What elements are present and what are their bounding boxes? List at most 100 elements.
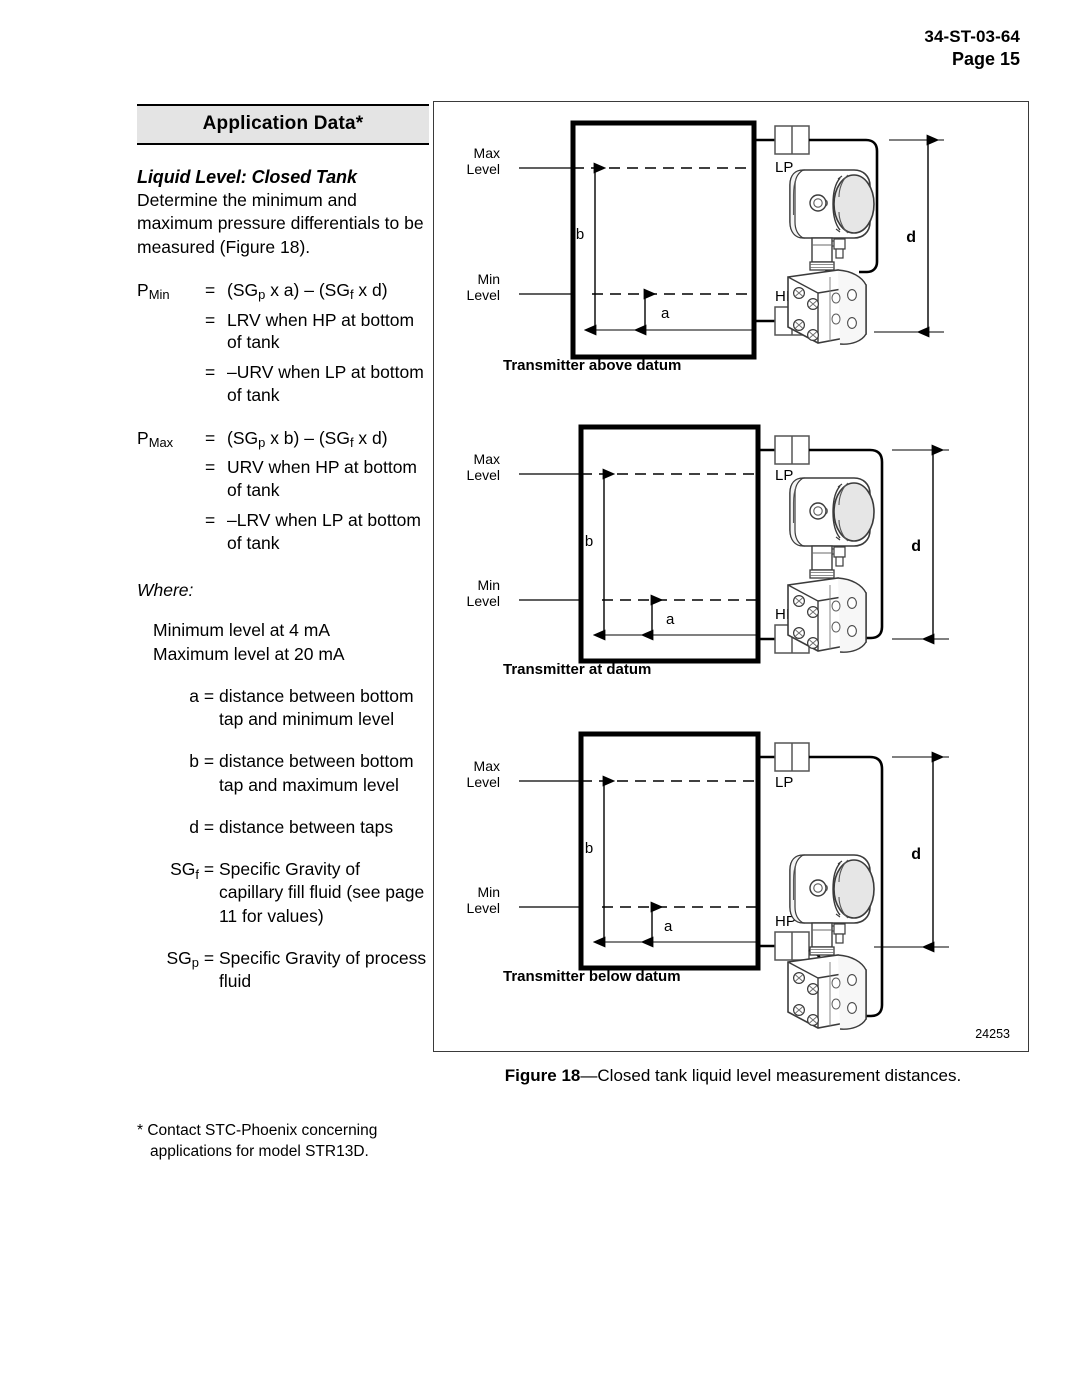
definition-a-equals: = [203, 685, 215, 706]
drawing-number: 24253 [975, 1027, 1010, 1041]
figure-drawing: Max Level Min Level b a LP HP d Transmit… [467, 120, 949, 1030]
lp-tap-label: LP [775, 774, 793, 791]
document-page: 34-ST-03-64 Page 15 Application Data* Li… [0, 0, 1080, 1397]
formula-pmin-line-1-text: LRV when HP at bottom of tank [227, 309, 415, 353]
definition-sgf-equals: = [203, 859, 215, 880]
definition-d-term: d [189, 816, 199, 837]
hp-tap-flange-icon [774, 931, 810, 961]
min-level-label-line2: Level [467, 900, 500, 916]
definition-sgf-term: SGf [170, 859, 199, 882]
dimension-b-label: b [585, 840, 593, 857]
figure-caption-number: Figure 18 [504, 1066, 581, 1085]
formula-pmin-expression: (SGp x a) – (SGf x d) [227, 279, 388, 303]
definition-a: a = distance between bottom tap and mini… [137, 685, 429, 732]
formula-pmax-line-1: = URV when HP at bottom of tank [137, 456, 429, 502]
max-level-label-line1: Max [474, 145, 500, 161]
where-note-1: Minimum level at 4 mA [153, 620, 330, 641]
formula-pmin-symbol: PMin [137, 279, 170, 303]
max-level-label-line1: Max [474, 451, 500, 467]
section-subheading: Liquid Level: Closed Tank [137, 167, 357, 187]
definition-sgp-equals: = [203, 947, 215, 968]
definition-sgf: SGf = Specific Gravity of capillary fill… [137, 858, 429, 928]
dimension-a-label: a [666, 611, 675, 628]
lp-tap-flange-icon [774, 125, 810, 155]
transmitter-device [787, 169, 875, 345]
panel-2-caption: Transmitter at datum [503, 661, 651, 678]
formula-pmin-line-1-equals: = [205, 309, 216, 330]
definition-d: d = distance between taps [137, 816, 429, 839]
formula-pmax-line-2-text: –LRV when LP at bottom of tank [227, 509, 421, 553]
document-header: 34-ST-03-64 Page 15 [924, 26, 1020, 71]
definition-b-description: distance between bottom tap and maximum … [219, 751, 414, 795]
formula-pmax-line-1-text: URV when HP at bottom of tank [227, 457, 418, 501]
figure-caption-text: —Closed tank liquid level measurement di… [580, 1066, 962, 1085]
panel-transmitter-above-datum: Max Level Min Level b a LP HP d Transmit… [467, 120, 944, 374]
min-level-label-line1: Min [477, 271, 500, 287]
definition-sgp-term: SGp [166, 947, 200, 971]
dimension-d-label: d [911, 538, 921, 555]
figure-18-box: Max Level Min Level b a LP HP d Transmit… [433, 101, 1029, 1052]
dimension-b-label: b [585, 533, 593, 550]
formula-pmax-line-1-equals: = [205, 457, 216, 478]
dimension-d-label: d [911, 846, 921, 863]
panel-transmitter-at-datum: Max Level Min Level b a LP HP d Transmit… [467, 424, 949, 678]
footnote: * Contact STC-Phoenix concerning applica… [137, 1120, 437, 1162]
max-level-label-line2: Level [467, 774, 500, 790]
definition-sgp: SGp = Specific Gravity of process fluid [137, 947, 429, 994]
formula-pmin: PMin = (SGp x a) – (SGf x d) = LRV when … [137, 279, 429, 407]
max-level-label-line2: Level [467, 467, 500, 483]
definition-b-equals: = [203, 751, 215, 772]
left-text-column: Application Data* Liquid Level: Closed T… [137, 104, 429, 993]
max-level-label-line2: Level [467, 161, 500, 177]
definition-a-description: distance between bottom tap and minimum … [219, 685, 414, 730]
definition-d-equals: = [203, 816, 215, 837]
definition-d-description: distance between taps [219, 816, 394, 837]
where-note-2: Maximum level at 20 mA [153, 643, 345, 664]
dimension-d-label: d [906, 229, 916, 246]
formula-pmin-line-2-text: –URV when LP at bottom of tank [227, 362, 424, 405]
max-level-label-line1: Max [474, 758, 500, 774]
lp-tap-flange-icon [774, 435, 810, 465]
panel-transmitter-below-datum: Max Level Min Level b a LP HP d Transmit… [467, 731, 949, 1030]
formula-pmax-expression: (SGp x b) – (SGf x d) [227, 427, 388, 450]
dimension-a-label: a [661, 305, 670, 322]
formula-pmax: PMax = (SGp x b) – (SGf x d) = URV when … [137, 427, 429, 555]
formula-pmin-line-1: = LRV when HP at bottom of tank [137, 309, 429, 355]
document-id: 34-ST-03-64 [924, 27, 1020, 46]
definition-sgp-description: Specific Gravity of process fluid [219, 947, 427, 992]
panel-1-caption: Transmitter above datum [503, 357, 681, 374]
formula-pmax-equals: = [205, 427, 216, 448]
formula-pmin-equals: = [205, 279, 216, 300]
formula-pmax-line-2-equals: = [205, 509, 216, 530]
definition-b-term: b [189, 751, 199, 772]
definition-a-term: a [189, 685, 199, 706]
lp-tap-label: LP [775, 159, 793, 176]
dimension-b-label: b [576, 226, 584, 243]
formula-pmin-line-2: = –URV when LP at bottom of tank [137, 361, 429, 407]
section-title: Application Data* [137, 104, 429, 145]
formula-pmax-line-2: = –LRV when LP at bottom of tank [137, 509, 429, 555]
figure-caption: Figure 18—Closed tank liquid level measu… [433, 1066, 1033, 1086]
formula-pmax-main: PMax = (SGp x b) – (SGf x d) [137, 427, 429, 450]
footnote-line-1: * Contact STC-Phoenix concerning [137, 1122, 378, 1139]
min-level-label-line2: Level [467, 287, 500, 303]
formula-pmin-main: PMin = (SGp x a) – (SGf x d) [137, 279, 429, 302]
formula-pmax-symbol: PMax [137, 427, 174, 450]
min-level-label-line1: Min [477, 884, 500, 900]
min-level-label-line1: Min [477, 577, 500, 593]
page-number: Page 15 [951, 48, 1020, 69]
transmitter-device [787, 477, 875, 653]
footnote-line-2: applications for model STR13D. [150, 1143, 369, 1161]
panel-3-caption: Transmitter below datum [503, 968, 681, 985]
lp-tap-flange-icon [774, 742, 810, 772]
definition-b: b = distance between bottom tap and maxi… [137, 750, 429, 797]
lp-tap-label: LP [775, 467, 793, 484]
dimension-a-label: a [664, 918, 673, 935]
min-level-label-line2: Level [467, 593, 500, 609]
section-intro-text: Determine the minimum and maximum pressu… [137, 190, 424, 257]
definition-sgf-description: Specific Gravity of capillary fill fluid… [219, 859, 425, 926]
